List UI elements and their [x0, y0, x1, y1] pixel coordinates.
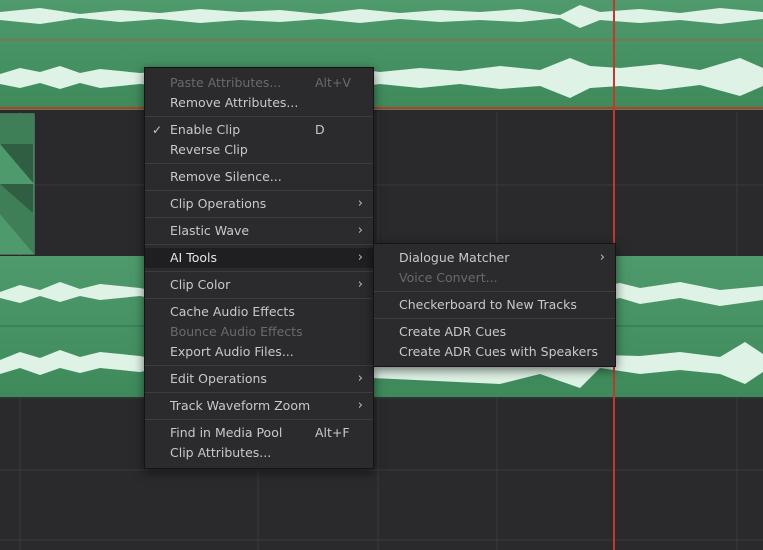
menu-separator: [145, 116, 373, 117]
menu-item-shortcut: Alt+F: [315, 425, 350, 440]
menu-separator: [145, 298, 373, 299]
menu-item-label: Clip Attributes...: [170, 445, 272, 460]
menu-separator: [374, 291, 615, 292]
menu-item-label: Export Audio Files...: [170, 344, 294, 359]
chevron-right-icon: ›: [357, 277, 363, 292]
menu-item-label: Remove Silence...: [170, 169, 282, 184]
chevron-right-icon: ›: [599, 250, 605, 265]
menu-item-bounce-audio-effects: Bounce Audio Effects: [145, 322, 373, 342]
audio-clip-left[interactable]: [0, 113, 35, 255]
menu-item-track-waveform-zoom[interactable]: Track Waveform Zoom ›: [145, 396, 373, 416]
menu-item-reverse-clip[interactable]: Reverse Clip: [145, 140, 373, 160]
menu-item-clip-attributes[interactable]: Clip Attributes...: [145, 443, 373, 463]
menu-item-remove-attributes[interactable]: Remove Attributes...: [145, 93, 373, 113]
menu-item-shortcut: D: [315, 122, 325, 137]
menu-separator: [145, 190, 373, 191]
menu-item-checkerboard-to-new-tracks[interactable]: Checkerboard to New Tracks: [374, 295, 615, 315]
clip-context-menu: Paste Attributes... Alt+V Remove Attribute…: [144, 67, 374, 469]
menu-item-ai-tools[interactable]: AI Tools ›: [145, 248, 373, 268]
check-icon: ✓: [152, 123, 163, 137]
menu-item-label: Remove Attributes...: [170, 95, 299, 110]
chevron-right-icon: ›: [357, 371, 363, 386]
menu-separator: [145, 419, 373, 420]
menu-item-create-adr-cues-with-speakers[interactable]: Create ADR Cues with Speakers: [374, 342, 615, 362]
menu-item-elastic-wave[interactable]: Elastic Wave ›: [145, 221, 373, 241]
menu-item-label: Clip Operations: [170, 196, 267, 211]
menu-item-label: Bounce Audio Effects: [170, 324, 303, 339]
menu-item-remove-silence[interactable]: Remove Silence...: [145, 167, 373, 187]
menu-item-find-in-media-pool[interactable]: Find in Media Pool Alt+F: [145, 423, 373, 443]
menu-separator: [145, 392, 373, 393]
menu-item-export-audio-files[interactable]: Export Audio Files...: [145, 342, 373, 362]
menu-item-label: Track Waveform Zoom: [170, 398, 311, 413]
chevron-right-icon: ›: [357, 250, 363, 265]
menu-item-clip-operations[interactable]: Clip Operations ›: [145, 194, 373, 214]
menu-separator: [374, 318, 615, 319]
menu-item-enable-clip[interactable]: ✓ Enable Clip D: [145, 120, 373, 140]
menu-item-label: Voice Convert...: [399, 270, 498, 285]
menu-item-label: Create ADR Cues with Speakers: [399, 344, 599, 359]
menu-item-clip-color[interactable]: Clip Color ›: [145, 275, 373, 295]
menu-item-label: Checkerboard to New Tracks: [399, 297, 577, 312]
chevron-right-icon: ›: [357, 223, 363, 238]
menu-separator: [145, 163, 373, 164]
menu-item-label: Clip Color: [170, 277, 231, 292]
ai-tools-submenu: Dialogue Matcher › Voice Convert... Checker…: [373, 243, 616, 367]
menu-item-edit-operations[interactable]: Edit Operations ›: [145, 369, 373, 389]
menu-item-label: Edit Operations: [170, 371, 267, 386]
audio-clip-top[interactable]: [0, 0, 763, 110]
menu-item-voice-convert: Voice Convert...: [374, 268, 615, 288]
menu-separator: [145, 217, 373, 218]
menu-item-label: Reverse Clip: [170, 142, 248, 157]
menu-item-label: Elastic Wave: [170, 223, 250, 238]
menu-item-label: Cache Audio Effects: [170, 304, 295, 319]
menu-item-cache-audio-effects[interactable]: Cache Audio Effects: [145, 302, 373, 322]
menu-item-dialogue-matcher[interactable]: Dialogue Matcher ›: [374, 248, 615, 268]
menu-item-paste-attributes: Paste Attributes... Alt+V: [145, 73, 373, 93]
menu-item-label: AI Tools: [170, 250, 218, 265]
menu-item-shortcut: Alt+V: [315, 75, 351, 90]
menu-separator: [145, 365, 373, 366]
menu-item-label: Create ADR Cues: [399, 324, 507, 339]
chevron-right-icon: ›: [357, 196, 363, 211]
chevron-right-icon: ›: [357, 398, 363, 413]
menu-item-label: Paste Attributes...: [170, 75, 282, 90]
menu-item-label: Dialogue Matcher: [399, 250, 510, 265]
menu-item-label: Enable Clip: [170, 122, 241, 137]
menu-separator: [145, 271, 373, 272]
menu-item-create-adr-cues[interactable]: Create ADR Cues: [374, 322, 615, 342]
menu-item-label: Find in Media Pool: [170, 425, 283, 440]
menu-separator: [145, 244, 373, 245]
